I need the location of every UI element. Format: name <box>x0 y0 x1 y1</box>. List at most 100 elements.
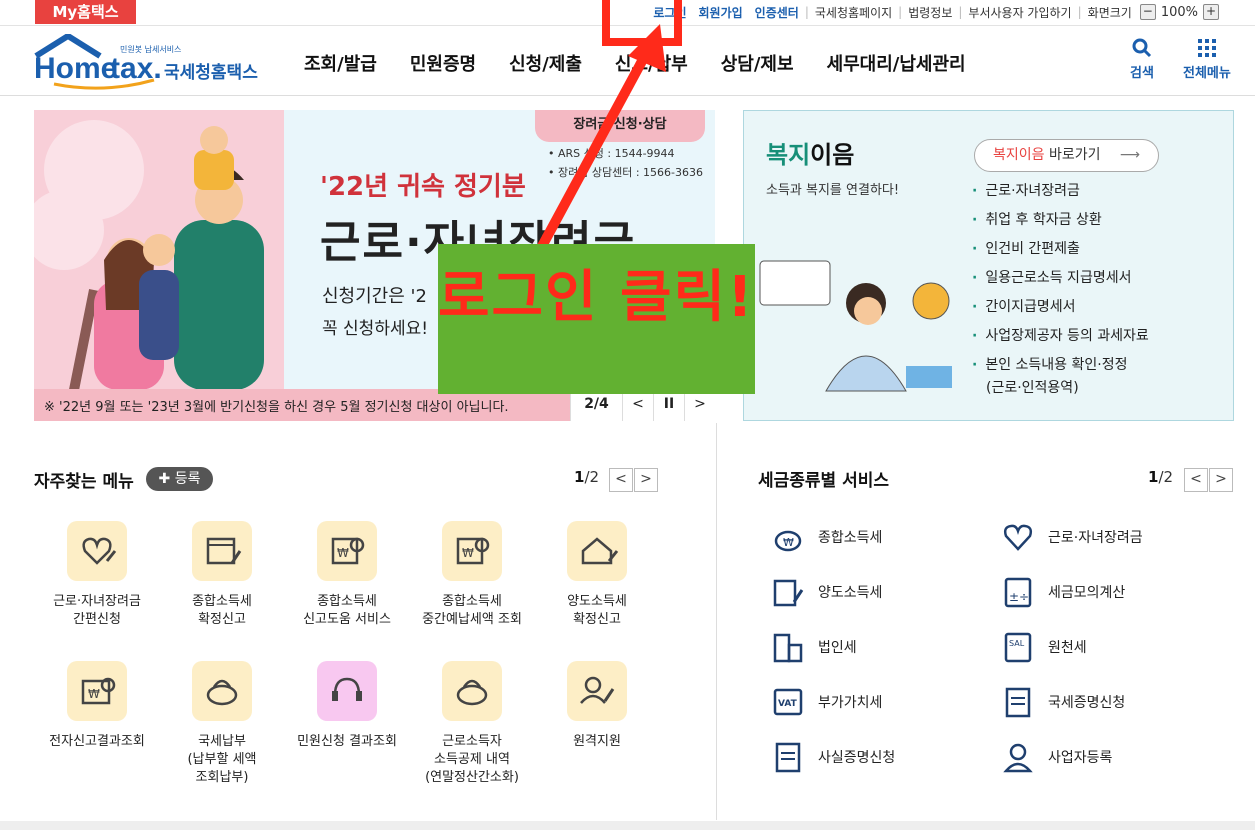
nav-tax-agent[interactable]: 세무대리/납세관리 <box>827 50 966 76</box>
service-label: 국세증명신청 <box>1048 695 1126 711</box>
welfare-item[interactable]: 일용근로소득 지급명세서 <box>972 264 1149 293</box>
favorite-item-earned-income-credit[interactable]: 근로·자녀장려금간편신청 <box>37 521 157 629</box>
welfare-item-continuation: (근로·인적용역) <box>986 380 1079 396</box>
favorite-label: 근로·자녀장려금 <box>53 594 141 609</box>
welfare-goto-rest: 바로가기 <box>1044 147 1101 163</box>
service-corporate-tax[interactable]: 법인세 <box>772 630 857 664</box>
nav-civil-certificate[interactable]: 민원증명 <box>410 50 476 76</box>
house-pen-icon <box>567 521 627 581</box>
tax-services-page-current: 1 <box>1148 468 1159 486</box>
cert-center-link[interactable]: 인증센터 <box>749 4 805 21</box>
service-label: 부가가치세 <box>818 695 883 711</box>
favorite-item-tax-payment[interactable]: 국세납부 (납부할 세액 조회납부) <box>162 661 282 787</box>
favorite-label: 국세납부 <box>198 734 246 749</box>
law-info-link[interactable]: 법령정보 <box>902 4 958 21</box>
my-hometax-tab[interactable]: My홈택스 <box>35 0 136 24</box>
zoom-in-button[interactable]: + <box>1203 4 1219 20</box>
favorites-next-button[interactable]: > <box>634 468 658 492</box>
favorite-label: 소득공제 내역 <box>434 752 510 767</box>
favorites-prev-button[interactable]: < <box>609 468 633 492</box>
favorite-item-income-tax-help[interactable]: ₩ 종합소득세 신고도움 서비스 <box>287 521 407 629</box>
service-label: 법인세 <box>818 640 857 656</box>
welfare-subtitle: 소득과 복지를 연결하다! <box>766 183 900 198</box>
banner-period-text: 신청기간은 '2 <box>322 286 427 307</box>
section-divider <box>716 423 717 820</box>
signup-link[interactable]: 회원가입 <box>692 4 748 21</box>
screen-size-label: 화면크기 <box>1087 5 1132 20</box>
headset-icon <box>317 661 377 721</box>
grid-menu-icon <box>1197 39 1216 57</box>
nav-inquiry-issue[interactable]: 조회/발급 <box>304 50 377 76</box>
favorite-item-capital-gains-filing[interactable]: 양도소득세확정신고 <box>537 521 657 629</box>
all-menu-button[interactable]: 전체메뉴 <box>1183 38 1231 81</box>
hometax-logo[interactable]: Home tax. 민원봇 납세서비스 국세청홈택스 <box>34 32 264 90</box>
service-fact-certificate[interactable]: 사실증명신청 <box>772 740 895 774</box>
favorite-label: 간편신청 <box>73 612 121 627</box>
favorite-label: 민원신청 결과조회 <box>297 734 397 749</box>
service-capital-gains-tax[interactable]: 양도소득세 <box>772 575 882 609</box>
document-pen-icon <box>773 579 804 607</box>
all-menu-label: 전체메뉴 <box>1183 66 1231 81</box>
calculator-icon: ±÷ <box>1004 577 1032 608</box>
zoom-out-button[interactable]: − <box>1139 4 1156 20</box>
welfare-item[interactable]: 간이지급명세서 <box>972 293 1149 322</box>
svg-text:VAT: VAT <box>778 699 798 709</box>
favorite-item-income-tax-filing[interactable]: 종합소득세 확정신고 <box>162 521 282 629</box>
money-bag-icon <box>192 661 252 721</box>
favorite-item-civil-result[interactable]: 민원신청 결과조회 <box>287 661 407 751</box>
service-global-income-tax[interactable]: ₩ 종합소득세 <box>772 520 882 554</box>
welfare-goto-button[interactable]: 복지이음 바로가기 ⟶ <box>974 139 1159 172</box>
certificate-document-icon <box>1005 687 1031 718</box>
favorite-label: 양도소득세 <box>567 594 627 609</box>
person-pen-icon <box>567 661 627 721</box>
favorite-label: 확정신고 <box>198 612 246 627</box>
search-button[interactable]: 검색 <box>1130 38 1154 81</box>
tax-services-next-button[interactable]: > <box>1209 468 1233 492</box>
vat-document-icon: VAT <box>773 688 803 716</box>
dept-user-signup-link[interactable]: 부서사용자 가입하기 <box>962 4 1077 21</box>
page-bottom-strip <box>0 821 1255 830</box>
heart-pen-icon <box>67 521 127 581</box>
service-label: 사실증명신청 <box>818 750 896 766</box>
favorite-label: 원격지원 <box>573 734 621 749</box>
tax-services-page-total: /2 <box>1158 468 1174 486</box>
nts-homepage-link[interactable]: 국세청홈페이지 <box>809 4 898 21</box>
banner-notice: ※ '22년 9월 또는 '23년 3월에 반기신청을 하신 경우 5월 정기신… <box>44 400 509 415</box>
service-withholding-tax[interactable]: SAL 원천세 <box>1002 630 1087 664</box>
favorite-item-remote-support[interactable]: 원격지원 <box>537 661 657 751</box>
svg-text:±÷: ±÷ <box>1009 590 1029 604</box>
service-label: 양도소득세 <box>818 585 883 601</box>
arrow-right-icon: ⟶ <box>1119 147 1140 163</box>
welfare-title-rest: 이음 <box>810 141 855 169</box>
service-business-registration[interactable]: 사업자등록 <box>1002 740 1112 774</box>
welfare-item[interactable]: 본인 소득내용 확인·정정 <box>972 351 1149 380</box>
annotation-text: 로그인 클릭! <box>438 265 755 330</box>
favorite-item-e-filing-result[interactable]: ₩ 전자신고결과조회 <box>37 661 157 751</box>
favorite-item-interim-prepayment[interactable]: ₩ 종합소득세 중간예납세액 조회 <box>412 521 532 629</box>
favorite-label: (연말정산간소화) <box>425 770 519 785</box>
family-illustration-icon <box>34 120 264 391</box>
register-favorite-button[interactable]: ✚ 등록 <box>146 467 213 491</box>
svg-text:₩: ₩ <box>462 546 474 560</box>
favorite-item-year-end-settlement[interactable]: 근로소득자 소득공제 내역 (연말정산간소화) <box>412 661 532 787</box>
welfare-item[interactable]: 인건비 간편제출 <box>972 235 1149 264</box>
won-search-icon: ₩ <box>67 661 127 721</box>
service-tax-simulator[interactable]: ±÷ 세금모의계산 <box>1002 575 1125 609</box>
banner-subtitle: '22년 귀속 정기분 <box>320 172 526 202</box>
tax-services-prev-button[interactable]: < <box>1184 468 1208 492</box>
welfare-item[interactable]: 취업 후 학자금 상환 <box>972 206 1149 235</box>
nav-consult-report[interactable]: 상담/제보 <box>721 50 794 76</box>
welfare-illustration-icon <box>759 260 952 392</box>
tax-services-page-indicator: 1/2 <box>1148 468 1173 486</box>
service-vat[interactable]: VAT 부가가치세 <box>772 685 882 719</box>
service-earned-income-credit[interactable]: 근로·자녀장려금 <box>1002 520 1143 554</box>
building-icon <box>773 633 803 663</box>
banner-illustration <box>34 110 284 421</box>
search-icon <box>1132 38 1152 58</box>
welfare-item[interactable]: 사업장제공자 등의 과세자료 <box>972 322 1148 351</box>
certificate-document-icon <box>775 742 801 773</box>
service-tax-certificate[interactable]: 국세증명신청 <box>1002 685 1125 719</box>
welfare-item[interactable]: 근로·자녀장려금 <box>972 177 1149 206</box>
utility-links: 로그인 회원가입 인증센터 | 국세청홈페이지 | 법령정보 | 부서사용자 가… <box>647 0 1255 24</box>
favorite-label: 확정신고 <box>573 612 621 627</box>
